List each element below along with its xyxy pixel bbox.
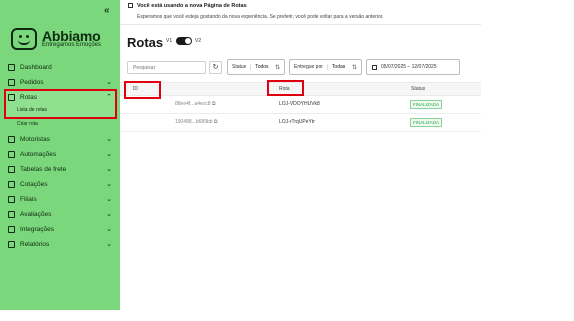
chevron-down-icon: ⌄ — [106, 241, 112, 248]
box-icon — [8, 78, 15, 86]
sidebar-item-motoristas[interactable]: Motoristas ⌄ — [0, 132, 120, 146]
refresh-icon[interactable]: ↻ — [209, 61, 222, 74]
sidebar-item-integracoes[interactable]: Integrações ⌄ — [0, 222, 120, 236]
divider — [120, 24, 481, 25]
table-row[interactable]: 190488...b689bb ⧉ LOJ-rTrqUPeYtr FINALIZ… — [120, 114, 481, 132]
chevron-down-icon: ⌄ — [106, 79, 112, 86]
map-icon — [8, 93, 15, 101]
calendar-icon — [372, 64, 377, 70]
status-select-label: Status — [232, 64, 247, 70]
row-id: 88ee4f...a4ecc8 ⧉ — [175, 101, 216, 107]
page-title: Rotas — [127, 35, 164, 50]
version-toggle[interactable] — [176, 37, 192, 45]
info-icon — [128, 3, 133, 8]
sidebar-item-label: Avaliações — [20, 210, 52, 218]
date-range-value: 05/07/2025 – 12/07/2025 — [381, 64, 437, 70]
sidebar-item-rotas[interactable]: Rotas ⌃ — [0, 90, 120, 104]
sidebar-item-avaliacoes[interactable]: Avaliações ⌄ — [0, 207, 120, 221]
sidebar: « Abbiamo Entregamos Emoções Dashboard P… — [0, 0, 120, 310]
sidebar-item-label: Dashboard — [20, 63, 52, 71]
star-icon — [8, 210, 15, 218]
banner-title: Você está usando a nova Página de Rotas — [137, 3, 247, 9]
sidebar-item-label: Cotações — [20, 180, 48, 188]
sidebar-item-filiais[interactable]: Filiais ⌄ — [0, 192, 120, 206]
chevron-down-icon: ⌄ — [106, 211, 112, 218]
sort-arrows-icon: ⇅ — [274, 64, 280, 71]
users-icon — [8, 135, 15, 143]
rota-column-highlight — [267, 80, 304, 96]
status-select[interactable]: Status Todos ⇅ — [227, 59, 285, 75]
sidebar-item-pedidos[interactable]: Pedidos ⌄ — [0, 75, 120, 89]
version-v2-label: V2 — [195, 38, 202, 44]
sidebar-item-label: Tabelas de frete — [20, 165, 67, 173]
delivered-by-select-value: Todas — [326, 64, 345, 70]
status-badge: FINALIZADA — [410, 100, 443, 109]
sort-arrows-icon: ⇅ — [351, 64, 357, 71]
table-icon — [8, 165, 15, 173]
delivered-by-select-label: Entregue por — [294, 64, 323, 70]
sidebar-item-relatorios[interactable]: Relatórios ⌄ — [0, 237, 120, 251]
chevron-down-icon: ⌄ — [106, 226, 112, 233]
sidebar-subitem-lista-de-rotas[interactable]: Lista de rotas — [17, 107, 47, 113]
sidebar-item-label: Automações — [20, 150, 57, 158]
brand-tagline: Entregamos Emoções — [42, 42, 102, 48]
search-input[interactable] — [127, 61, 206, 74]
dashboard-icon — [8, 63, 15, 71]
building-icon — [8, 195, 15, 203]
sidebar-item-automacoes[interactable]: Automações ⌄ — [0, 147, 120, 161]
sidebar-item-label: Integrações — [20, 225, 54, 233]
brand-logo-icon — [11, 28, 37, 50]
chevron-down-icon: ⌄ — [106, 166, 112, 173]
date-range-picker[interactable]: 05/07/2025 – 12/07/2025 — [366, 59, 460, 75]
row-id: 190488...b689bb ⧉ — [175, 119, 218, 125]
sidebar-item-label: Pedidos — [20, 78, 44, 86]
chevron-up-icon: ⌃ — [106, 94, 112, 101]
column-header-status[interactable]: Status — [411, 86, 425, 92]
table-row[interactable]: 88ee4f...a4ecc8 ⧉ LOJ-VDOYHUVk8 FINALIZA… — [120, 96, 481, 114]
status-badge: FINALIZADA — [410, 118, 443, 127]
row-rota[interactable]: LOJ-rTrqUPeYtr — [279, 119, 315, 125]
status-select-value: Todos — [250, 64, 269, 70]
version-v1-label: V1 — [166, 38, 173, 44]
row-rota[interactable]: LOJ-VDOYHUVk8 — [279, 101, 320, 107]
sidebar-item-label: Relatórios — [20, 240, 50, 248]
sidebar-item-label: Filiais — [20, 195, 37, 203]
sidebar-subitem-criar-rota[interactable]: Criar rota — [17, 121, 38, 127]
sidebar-item-label: Motoristas — [20, 135, 50, 143]
plug-icon — [8, 225, 15, 233]
chevron-down-icon: ⌄ — [106, 151, 112, 158]
chevron-down-icon: ⌄ — [106, 196, 112, 203]
quote-icon — [8, 180, 15, 188]
sidebar-item-cotacoes[interactable]: Cotações ⌄ — [0, 177, 120, 191]
sidebar-item-label: Rotas — [20, 93, 37, 101]
chevron-down-icon: ⌄ — [106, 181, 112, 188]
delivered-by-select[interactable]: Entregue por Todas ⇅ — [289, 59, 362, 75]
report-icon — [8, 240, 15, 248]
sidebar-item-dashboard[interactable]: Dashboard — [0, 60, 120, 74]
chevron-down-icon: ⌄ — [106, 136, 112, 143]
banner-subtitle: Esperamos que você esteja gostando da no… — [137, 14, 384, 20]
automation-icon — [8, 150, 15, 158]
collapse-sidebar-icon[interactable]: « — [104, 5, 110, 16]
sidebar-item-tabelas-de-frete[interactable]: Tabelas de frete ⌄ — [0, 162, 120, 176]
